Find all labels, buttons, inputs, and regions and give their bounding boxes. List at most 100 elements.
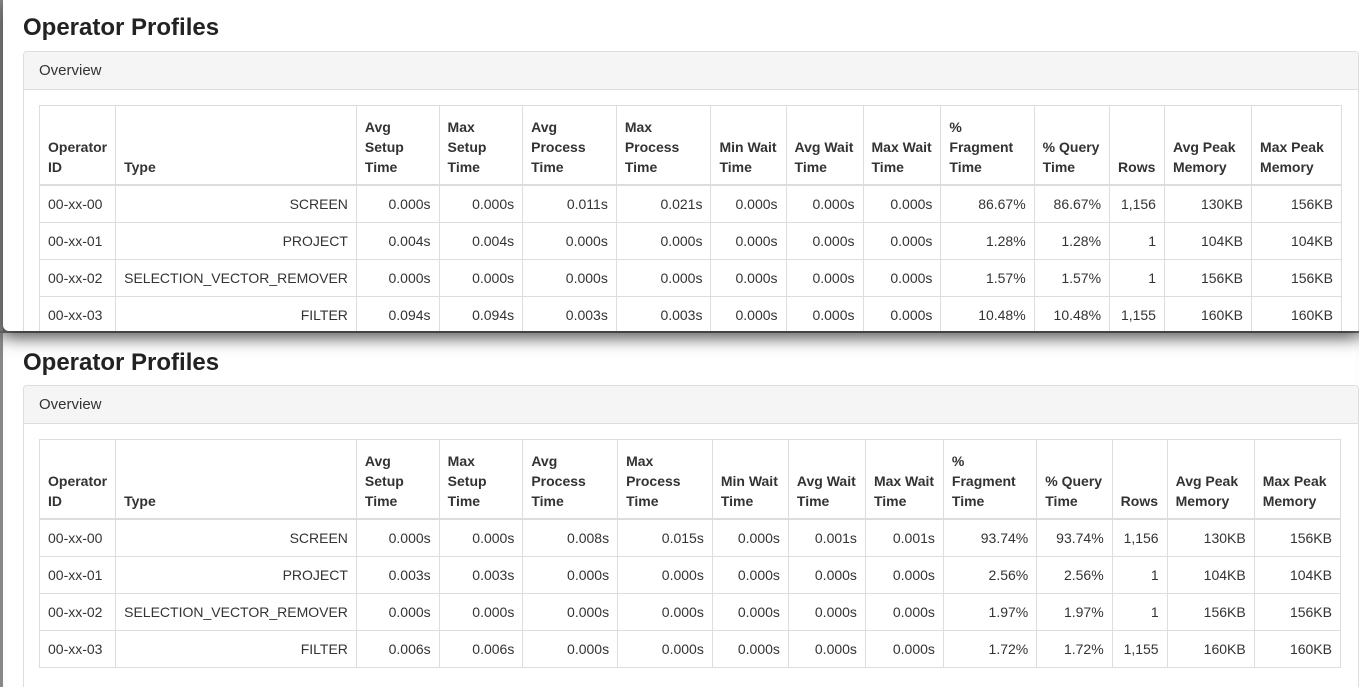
table-cell: 1,156	[1111, 518, 1168, 557]
panel-heading: Overview	[24, 386, 1358, 424]
table-cell: 0.000s	[862, 259, 942, 297]
table-cell: 93.74%	[1036, 518, 1113, 557]
column-header: Type	[115, 105, 357, 186]
table-row: 00-xx-01 PROJECT 0.003s 0.003s 0.000s 0.000s 0…	[38, 556, 1342, 594]
table-cell: 0.006s	[355, 630, 440, 668]
table-cell: 1.97%	[1036, 593, 1113, 631]
table-row: 00-xx-03 FILTER 0.006s 0.006s 0.000s 0.000s 0.…	[38, 630, 1342, 668]
table-cell: 86.67%	[1033, 184, 1111, 223]
column-header: Max Peak Memory	[1251, 105, 1342, 186]
table-cell: 0.000s	[615, 259, 712, 297]
table-row: 00-xx-02 SELECTION_VECTOR_REMOVER 0.000s 0.…	[38, 259, 1342, 297]
table-cell: 160KB	[1253, 630, 1342, 668]
table-cell: 00-xx-01	[38, 222, 117, 260]
table-cell: 0.003s	[438, 556, 524, 594]
table-cell: 0.000s	[438, 259, 524, 297]
column-header: Avg Process Time	[522, 105, 617, 186]
column-header: Max Process Time	[617, 439, 713, 520]
table-cell: 0.000s	[787, 556, 866, 594]
column-header: Max Setup Time	[438, 105, 524, 186]
table-cell: 1.57%	[940, 259, 1035, 297]
table-cell: 0.000s	[438, 518, 524, 557]
table-cell: SCREEN	[115, 184, 357, 223]
column-header: Min Wait Time	[710, 105, 787, 186]
table-cell: 10.48%	[940, 296, 1035, 331]
table-cell: 0.000s	[438, 593, 524, 631]
table-cell: 10.48%	[1033, 296, 1111, 331]
table-cell: 0.000s	[522, 556, 619, 594]
table-cell: 0.003s	[615, 296, 712, 331]
column-header: % Fragment Time	[942, 439, 1038, 520]
table-cell: 0.000s	[355, 184, 440, 223]
table-cell: 1.72%	[1036, 630, 1113, 668]
table-cell: 0.000s	[617, 556, 713, 594]
table-cell: 00-xx-01	[38, 556, 117, 594]
table-cell: 0.000s	[785, 222, 864, 260]
table-cell: 1	[1109, 222, 1165, 260]
table-cell: 0.094s	[355, 296, 440, 331]
column-header: Max Wait Time	[864, 439, 944, 520]
column-header: Type	[115, 439, 357, 520]
table-cell: 1.28%	[1033, 222, 1111, 260]
table-cell: 86.67%	[940, 184, 1035, 223]
table-cell: 0.003s	[355, 556, 440, 594]
table-cell: 160KB	[1166, 630, 1255, 668]
table-row: 00-xx-00 SCREEN 0.000s 0.000s 0.011s 0.021s 0.…	[38, 184, 1342, 223]
column-header: Avg Process Time	[522, 439, 619, 520]
table-cell: 0.000s	[711, 518, 789, 557]
table-cell: 00-xx-03	[38, 296, 117, 331]
table-cell: SELECTION_VECTOR_REMOVER	[115, 259, 357, 297]
table-cell: 1	[1109, 259, 1165, 297]
table-cell: 0.001s	[864, 518, 944, 557]
column-header: Max Peak Memory	[1253, 439, 1342, 520]
table-cell: 0.000s	[862, 296, 942, 331]
table-cell: 00-xx-02	[38, 259, 117, 297]
table-cell: 1,155	[1109, 296, 1165, 331]
table-cell: 0.094s	[438, 296, 524, 331]
column-header: Avg Peak Memory	[1166, 439, 1255, 520]
table-cell: 0.000s	[355, 593, 440, 631]
table-cell: SELECTION_VECTOR_REMOVER	[115, 593, 357, 631]
table-cell: 0.000s	[617, 630, 713, 668]
table-cell: 0.000s	[785, 296, 864, 331]
column-header: Rows	[1109, 105, 1165, 186]
column-header: % Query Time	[1033, 105, 1111, 186]
table-cell: 0.000s	[711, 556, 789, 594]
table-cell: 0.000s	[710, 296, 787, 331]
table-cell: 2.56%	[942, 556, 1038, 594]
table-cell: 156KB	[1166, 593, 1255, 631]
table-cell: 0.000s	[710, 259, 787, 297]
table-cell: 0.015s	[617, 518, 713, 557]
table-cell: 0.000s	[355, 518, 440, 557]
column-header: % Fragment Time	[940, 105, 1035, 186]
table-cell: 156KB	[1253, 518, 1342, 557]
table-cell: 0.000s	[710, 184, 787, 223]
column-header: Avg Wait Time	[787, 439, 866, 520]
operator-profiles-table: Operator ID Type Avg Setup Time Max Setup T…	[38, 439, 1342, 668]
table-cell: 0.000s	[864, 630, 944, 668]
table-cell: 1.28%	[940, 222, 1035, 260]
table-cell: 0.000s	[785, 259, 864, 297]
table-cell: 0.004s	[438, 222, 524, 260]
table-cell: 0.008s	[522, 518, 619, 557]
table-cell: 0.000s	[522, 259, 617, 297]
page-title: Operator Profiles	[23, 349, 220, 376]
table-cell: 0.004s	[355, 222, 440, 260]
table-cell: 0.000s	[522, 593, 619, 631]
table-cell: 00-xx-00	[38, 518, 117, 557]
table-cell: 0.000s	[711, 630, 789, 668]
table-row: 00-xx-01 PROJECT 0.004s 0.004s 0.000s 0.000s 0…	[38, 222, 1342, 260]
table-cell: 130KB	[1166, 518, 1255, 557]
column-header: Avg Wait Time	[785, 105, 864, 186]
table-cell: 0.001s	[787, 518, 866, 557]
table-cell: 00-xx-03	[38, 630, 117, 668]
table-cell: 0.003s	[522, 296, 617, 331]
table-cell: 1.97%	[942, 593, 1038, 631]
column-header: Avg Setup Time	[355, 439, 440, 520]
table-row: 00-xx-03 FILTER 0.094s 0.094s 0.003s 0.003s 0.…	[38, 296, 1342, 331]
table-cell: 104KB	[1251, 222, 1342, 260]
table-cell: 160KB	[1251, 296, 1342, 331]
table-cell: 0.000s	[615, 222, 712, 260]
column-header: Min Wait Time	[711, 439, 789, 520]
column-header: Max Setup Time	[438, 439, 524, 520]
